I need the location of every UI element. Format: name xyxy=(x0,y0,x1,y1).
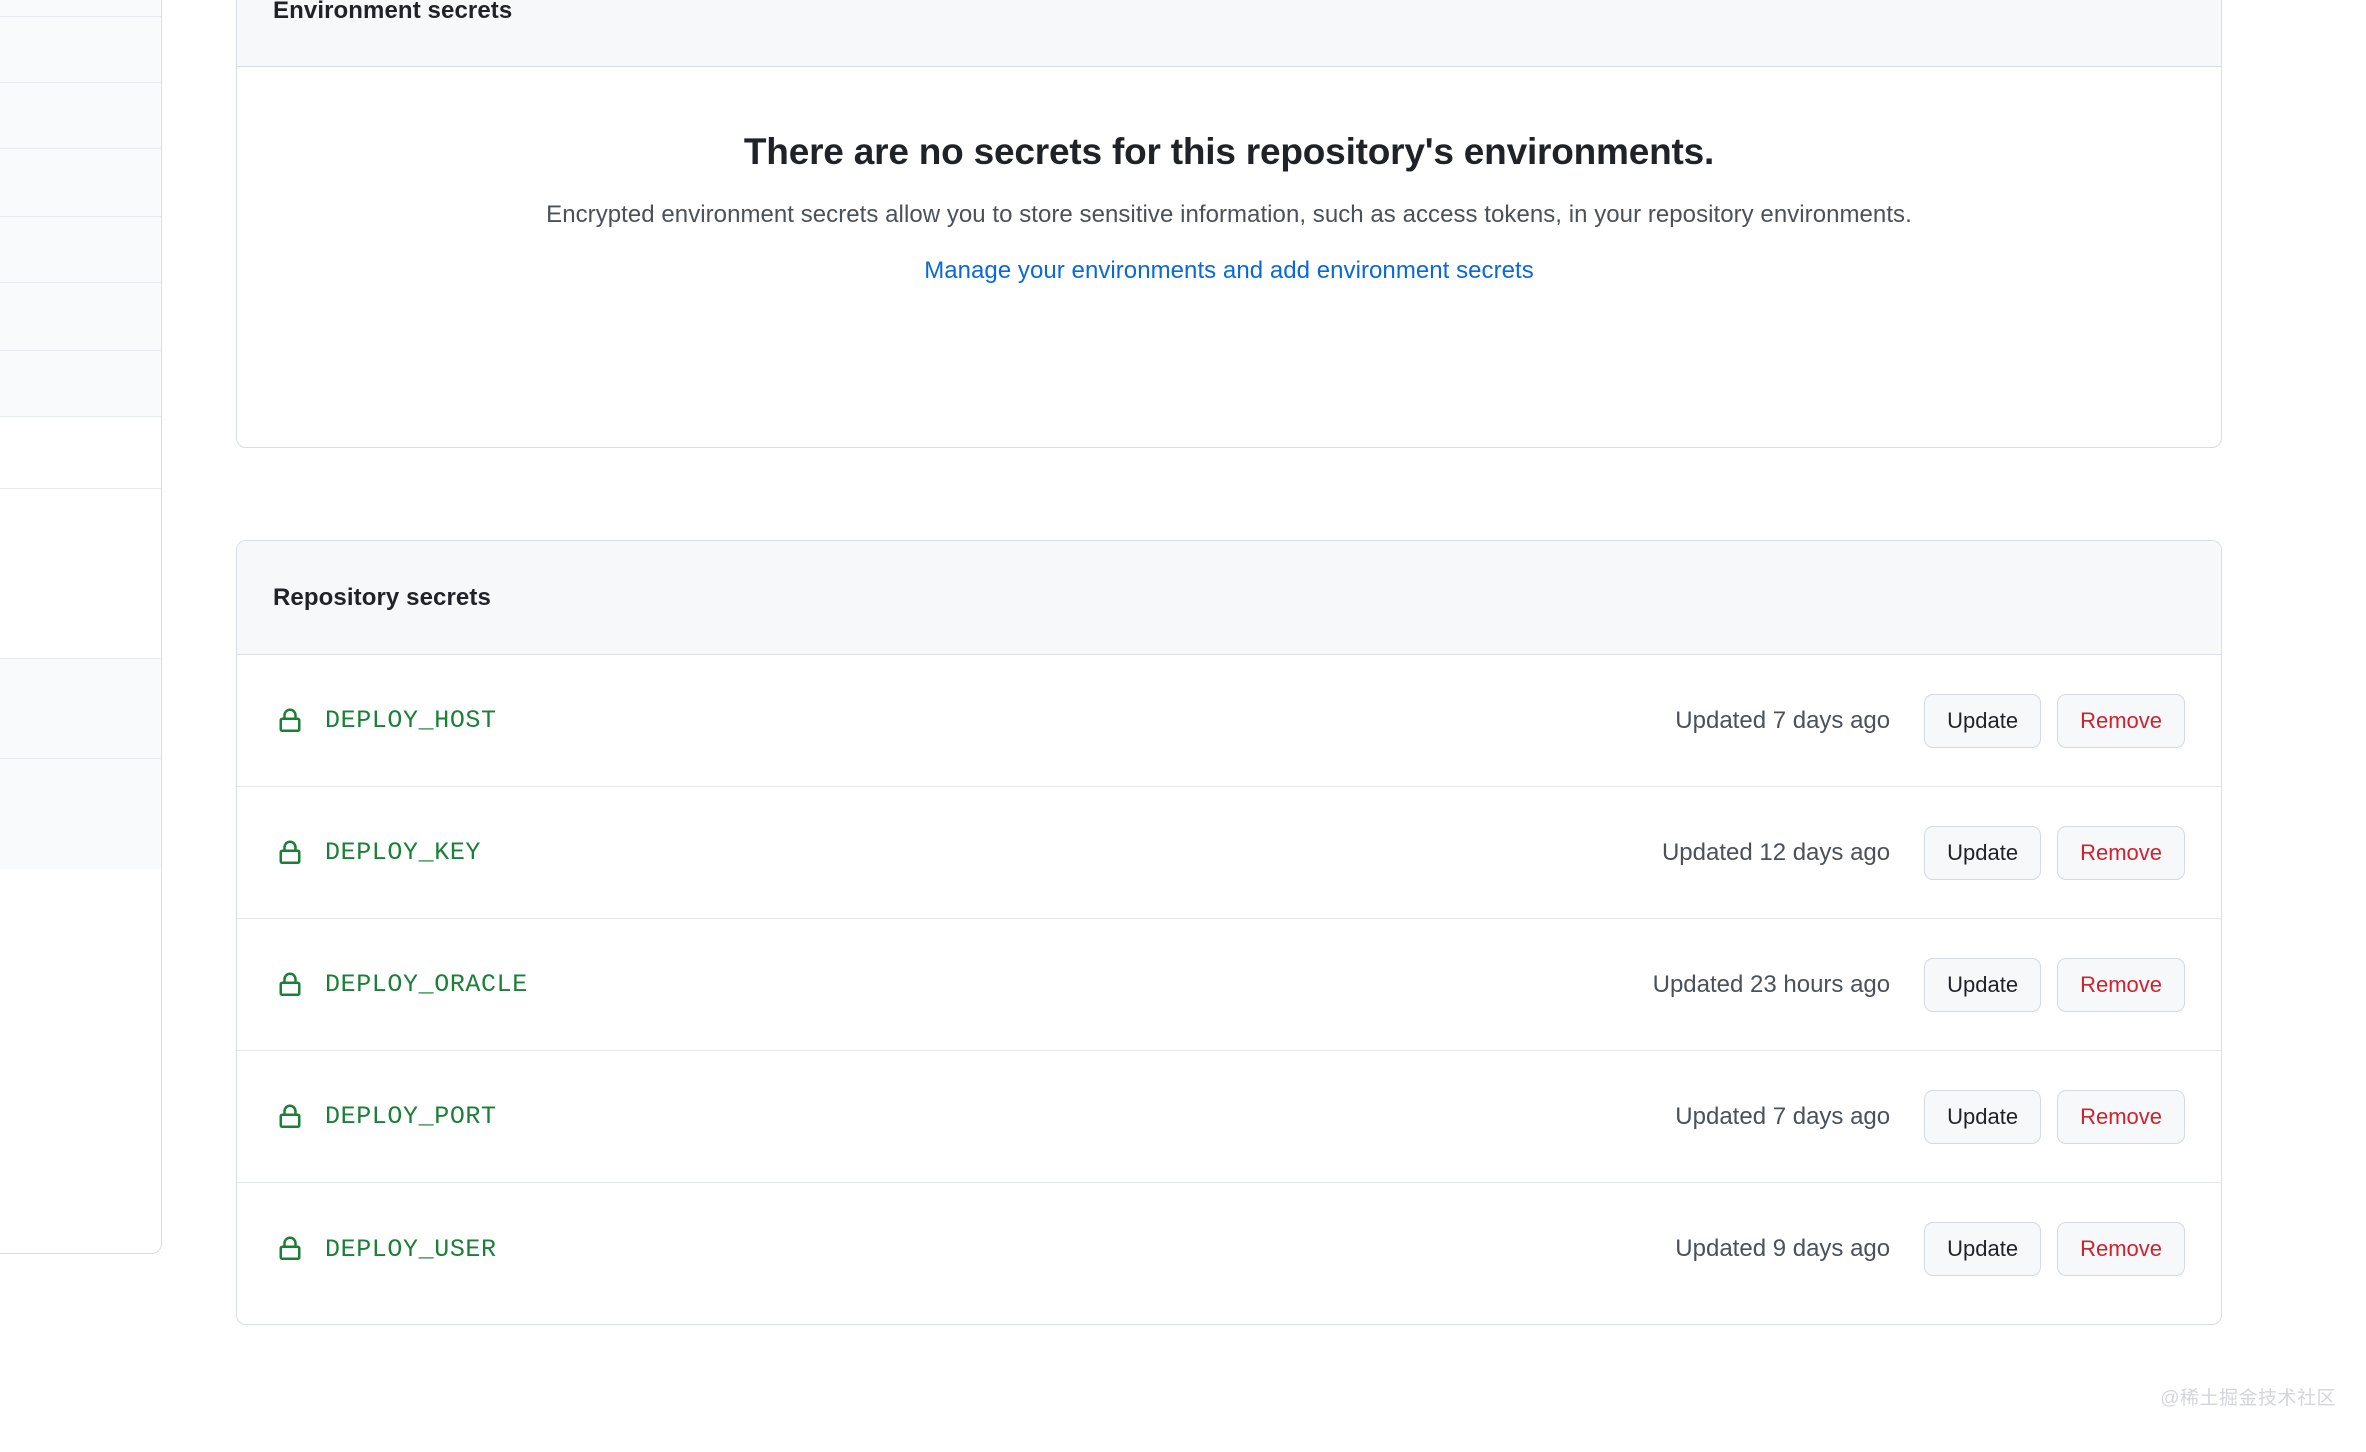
secret-row: DEPLOY_PORT Updated 7 days ago Update Remov… xyxy=(237,1051,2221,1183)
repository-secrets-title: Repository secrets xyxy=(273,583,491,611)
secret-list: DEPLOY_HOST Updated 7 days ago Update Remov… xyxy=(237,655,2221,1315)
update-secret-button[interactable]: Update xyxy=(1924,1222,2042,1276)
sidebar-panel xyxy=(0,0,162,1254)
update-secret-button[interactable]: Update xyxy=(1924,825,2042,880)
secret-row: DEPLOY_KEY Updated 12 days ago Update Remov… xyxy=(237,787,2221,919)
secret-updated-timestamp: Updated 23 hours ago xyxy=(1652,970,1891,998)
remove-secret-button[interactable]: Remove xyxy=(2057,1089,2185,1144)
repository-secrets-card: Repository secrets DEPLOY_HOST Updated 7 … xyxy=(236,540,2222,1325)
secret-name: DEPLOY_PORT xyxy=(325,1102,497,1131)
lock-icon xyxy=(279,1104,301,1128)
empty-state-title: There are no secrets for this repository… xyxy=(743,131,1715,172)
watermark: @稀土掘金技术社区 xyxy=(2160,1388,2336,1409)
sidebar-item-0[interactable] xyxy=(0,0,161,17)
update-secret-button[interactable]: Update xyxy=(1924,957,2042,1012)
sidebar-item-5[interactable] xyxy=(0,283,161,351)
sidebar-item-8[interactable] xyxy=(0,489,161,659)
secret-name: DEPLOY_USER xyxy=(325,1234,497,1264)
remove-secret-button[interactable]: Remove xyxy=(2057,693,2185,748)
sidebar-item-4[interactable] xyxy=(0,217,161,283)
secret-row: DEPLOY_USER Updated 9 days ago Update Remov… xyxy=(237,1183,2221,1315)
sidebar-item-10[interactable] xyxy=(0,759,161,869)
remove-secret-button[interactable]: Remove xyxy=(2057,957,2185,1012)
environment-secrets-card: Environment secrets There are no secrets… xyxy=(236,0,2222,448)
update-secret-button[interactable]: Update xyxy=(1924,693,2042,748)
lock-icon xyxy=(279,708,301,732)
lock-icon xyxy=(279,1236,301,1261)
environment-secrets-header: Environment secrets xyxy=(237,0,2221,67)
sidebar-item-1[interactable] xyxy=(0,17,161,83)
remove-secret-button[interactable]: Remove xyxy=(2057,825,2185,880)
secret-updated-timestamp: Updated 9 days ago xyxy=(1675,1235,1891,1262)
sidebar-item-3[interactable] xyxy=(0,149,161,217)
manage-environments-link[interactable]: Manage your environments and add environ… xyxy=(924,257,1534,285)
sidebar-item-9[interactable] xyxy=(0,659,161,759)
remove-secret-button[interactable]: Remove xyxy=(2057,1222,2185,1276)
sidebar-item-2[interactable] xyxy=(0,83,161,149)
update-secret-button[interactable]: Update xyxy=(1924,1089,2042,1144)
secret-row: DEPLOY_HOST Updated 7 days ago Update Remov… xyxy=(237,655,2221,787)
secret-name: DEPLOY_HOST xyxy=(325,706,497,735)
secret-row: DEPLOY_ORACLE Updated 23 hours ago Update R… xyxy=(237,919,2221,1051)
lock-icon xyxy=(279,840,301,864)
repository-secrets-header: Repository secrets xyxy=(237,541,2221,655)
secret-name: DEPLOY_KEY xyxy=(325,838,482,867)
sidebar-item-7[interactable] xyxy=(0,417,161,489)
sidebar-item-6[interactable] xyxy=(0,351,161,417)
secret-name: DEPLOY_ORACLE xyxy=(325,970,528,999)
secrets-settings-page: Environment secrets There are no secrets… xyxy=(0,0,2366,1452)
environment-secrets-title: Environment secrets xyxy=(273,0,513,24)
empty-state-description: Encrypted environment secrets allow you … xyxy=(546,201,1912,228)
environment-secrets-empty-state: There are no secrets for this repository… xyxy=(237,67,2221,447)
secret-updated-timestamp: Updated 12 days ago xyxy=(1661,838,1891,866)
lock-icon xyxy=(279,972,301,996)
secret-updated-timestamp: Updated 7 days ago xyxy=(1675,1102,1891,1130)
secret-updated-timestamp: Updated 7 days ago xyxy=(1675,706,1891,734)
